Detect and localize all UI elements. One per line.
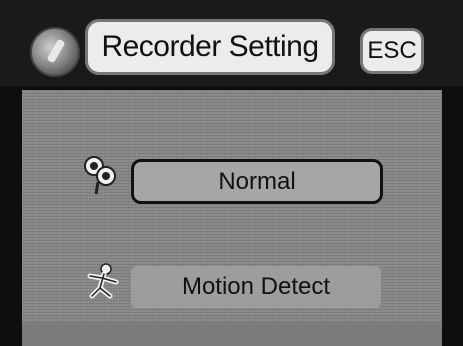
bottom-band [22,322,442,346]
esc-button[interactable]: ESC [360,28,424,74]
option-normal[interactable]: Normal [131,159,383,204]
page-title: Recorder Setting [85,19,335,75]
left-frame [0,86,22,346]
option-motion-detect[interactable]: Motion Detect [131,266,381,308]
disc-icon [30,27,80,77]
camera-icon [84,156,116,195]
right-frame [442,86,463,346]
header-bar: Recorder Setting ESC [0,0,463,86]
recorder-setting-screen: Recorder Setting ESC Normal Motion Detec… [0,0,463,346]
motion-figure-icon [87,263,119,299]
